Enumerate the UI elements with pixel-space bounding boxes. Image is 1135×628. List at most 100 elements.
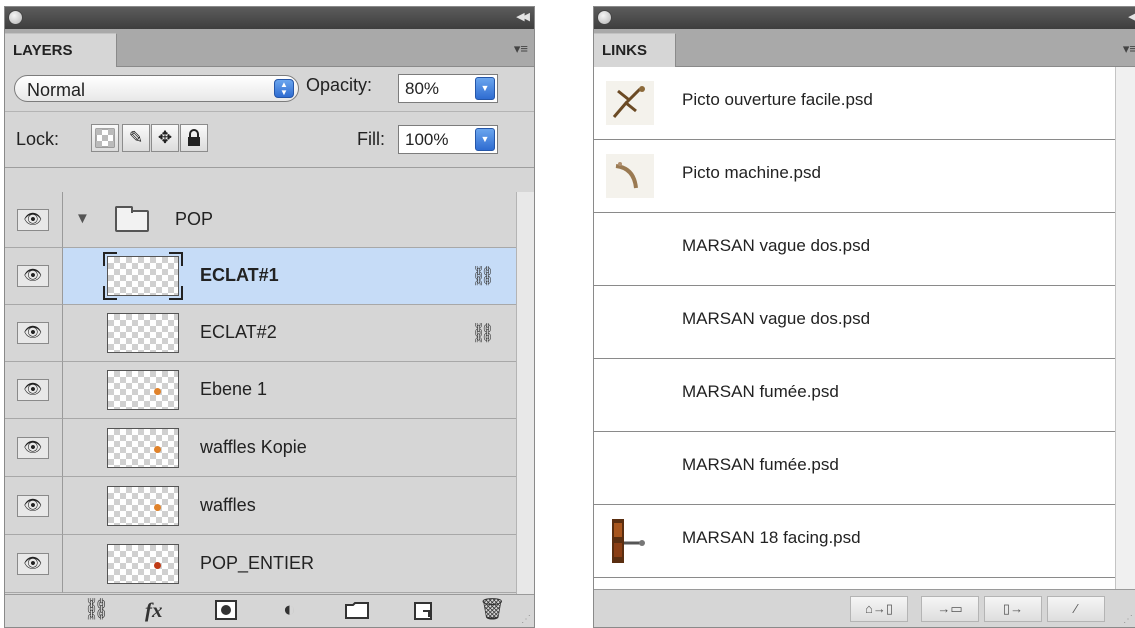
opacity-field[interactable]: 80% ▼ — [398, 74, 498, 103]
tab-links[interactable]: LINKS — [594, 33, 676, 67]
fill-value: 100% — [405, 130, 449, 149]
lock-brush-icon[interactable]: ✎ — [122, 124, 150, 152]
blend-mode-select[interactable]: Normal ▲ ▼ — [14, 75, 299, 102]
eye-icon[interactable]: 👁 — [17, 322, 49, 344]
frame-corner — [169, 286, 183, 300]
edit-original-icon[interactable]: ⁄ — [1047, 596, 1105, 622]
resize-grip-icon[interactable]: ⋰ — [521, 614, 531, 625]
link-name: MARSAN vague dos.psd — [682, 309, 871, 328]
layers-bottom-toolbar: ⛓ fx ◐ 🗑 ⋰ — [5, 594, 534, 627]
link-item[interactable]: MARSAN fumée.psd — [594, 432, 1115, 505]
layer-row[interactable]: 👁 ECLAT#2 ⛓ — [5, 305, 517, 362]
fill-dropdown-icon[interactable]: ▼ — [475, 128, 495, 151]
layer-thumbnail — [107, 428, 179, 468]
layer-row[interactable]: 👁 waffles Kopie — [5, 419, 517, 477]
trash-icon[interactable]: 🗑 — [479, 598, 506, 622]
adjustment-icon[interactable]: ◐ — [283, 598, 296, 622]
layer-row[interactable]: 👁 waffles — [5, 477, 517, 535]
fill-label: Fill: — [357, 129, 385, 149]
fill-field[interactable]: 100% ▼ — [398, 125, 498, 154]
layer-name: waffles Kopie — [200, 437, 307, 457]
close-button[interactable] — [597, 10, 612, 25]
layer-body[interactable]: waffles Kopie — [63, 419, 517, 477]
new-layer-icon[interactable] — [413, 601, 433, 627]
layer-group-row[interactable]: 👁 ▼ POP — [5, 192, 517, 248]
layer-name: Ebene 1 — [200, 379, 268, 399]
fx-icon[interactable]: fx — [145, 598, 163, 623]
blend-mode-value: Normal — [27, 80, 86, 100]
layer-name: ECLAT#1 — [200, 265, 279, 285]
blend-opacity-row: Normal ▲ ▼ Opacity: 80% ▼ — [5, 67, 534, 112]
layers-panel: ◀◀ LAYERS ▾≡ Normal ▲ ▼ Opacity: 80% ▼ Lo… — [4, 6, 535, 628]
opacity-dropdown-icon[interactable]: ▼ — [475, 77, 495, 100]
group-body[interactable]: ▼ POP — [63, 192, 517, 248]
layer-row[interactable]: 👁 POP_ENTIER — [5, 535, 517, 593]
stepper-arrows-icon[interactable]: ▲ ▼ — [274, 79, 294, 98]
layer-thumbnail — [107, 544, 179, 584]
disclosure-triangle-icon[interactable]: ▼ — [75, 210, 90, 227]
close-button[interactable] — [8, 10, 23, 25]
links-panel: ◀◀ LINKS ▾≡ Picto ouverture facile.psd P… — [593, 6, 1135, 628]
link-item[interactable]: MARSAN 18 facing.psd — [594, 505, 1115, 578]
mask-icon[interactable] — [215, 600, 237, 626]
layer-row[interactable]: 👁 Ebene 1 — [5, 362, 517, 419]
thumbnail-content — [154, 388, 161, 395]
lock-transparent-icon[interactable] — [91, 124, 119, 152]
selected-thumbnail-frame — [103, 252, 183, 300]
collapse-icon[interactable]: ◀◀ — [516, 10, 530, 23]
layer-body[interactable]: POP_ENTIER — [63, 535, 517, 593]
eye-icon[interactable]: 👁 — [17, 379, 49, 401]
eye-icon[interactable]: 👁 — [17, 208, 49, 231]
link-thumbnail — [606, 373, 654, 417]
tab-layers[interactable]: LAYERS — [5, 33, 117, 67]
thumbnail-content — [154, 504, 161, 511]
layer-row[interactable]: 👁 ECLAT#1 ⛓ — [5, 248, 517, 305]
link-item[interactable]: MARSAN vague dos.psd — [594, 213, 1115, 286]
layers-tabbar: LAYERS ▾≡ — [5, 29, 534, 67]
panel-menu-icon[interactable]: ▾≡ — [514, 41, 528, 57]
link-thumbnail — [606, 519, 654, 563]
link-item[interactable]: MARSAN fumée.psd — [594, 359, 1115, 432]
eye-icon[interactable]: 👁 — [17, 265, 49, 287]
lock-fill-row: Lock: ✎ ✥ Fill: 100% ▼ — [5, 112, 534, 168]
resize-grip-icon[interactable]: ⋰ — [1123, 614, 1133, 625]
frame-corner — [103, 252, 117, 266]
link-name: MARSAN fumée.psd — [682, 455, 839, 474]
lock-move-icon[interactable]: ✥ — [151, 124, 179, 152]
visibility-cell: 👁 — [5, 192, 63, 248]
link-name: MARSAN fumée.psd — [682, 382, 839, 401]
eye-icon[interactable]: 👁 — [17, 552, 49, 575]
link-name: Picto ouverture facile.psd — [682, 90, 873, 109]
frame-corner — [169, 252, 183, 266]
layers-scrollbar[interactable] — [516, 192, 534, 598]
lock-all-icon[interactable] — [180, 124, 208, 152]
layer-body[interactable]: ECLAT#2 ⛓ — [63, 305, 517, 362]
eye-icon[interactable]: 👁 — [17, 436, 49, 459]
layer-name: ECLAT#2 — [200, 322, 277, 342]
new-group-icon[interactable] — [345, 601, 369, 625]
opacity-label: Opacity: — [306, 75, 373, 95]
links-scrollbar[interactable] — [1115, 67, 1135, 592]
go-to-link-icon[interactable]: →▭ — [921, 596, 979, 622]
visibility-cell: 👁 — [5, 477, 63, 535]
collapse-icon[interactable]: ◀◀ — [1128, 10, 1135, 23]
link-item[interactable]: Picto ouverture facile.psd — [594, 67, 1115, 140]
link-thumbnail — [606, 154, 654, 198]
folder-icon — [115, 206, 149, 232]
panel-menu-icon[interactable]: ▾≡ — [1123, 41, 1135, 57]
link-item[interactable]: MARSAN vague dos.psd — [594, 286, 1115, 359]
link-item[interactable]: Picto machine.psd — [594, 140, 1115, 213]
thumbnail-content — [154, 562, 161, 569]
link-name: Picto machine.psd — [682, 163, 821, 182]
layer-body[interactable]: ECLAT#1 ⛓ — [63, 248, 517, 305]
visibility-cell: 👁 — [5, 535, 63, 593]
layer-body[interactable]: Ebene 1 — [63, 362, 517, 419]
relink-icon[interactable]: ⌂→▯ — [850, 596, 908, 622]
links-bottom-toolbar: ⌂→▯ →▭ ▯→ ⁄ ⋰ — [594, 589, 1135, 627]
link-icon: ⛓ — [470, 266, 495, 287]
link-layers-icon[interactable]: ⛓ — [83, 598, 110, 622]
update-link-icon[interactable]: ▯→ — [984, 596, 1042, 622]
link-icon: ⛓ — [470, 323, 495, 344]
eye-icon[interactable]: 👁 — [17, 494, 49, 517]
layer-body[interactable]: waffles — [63, 477, 517, 535]
